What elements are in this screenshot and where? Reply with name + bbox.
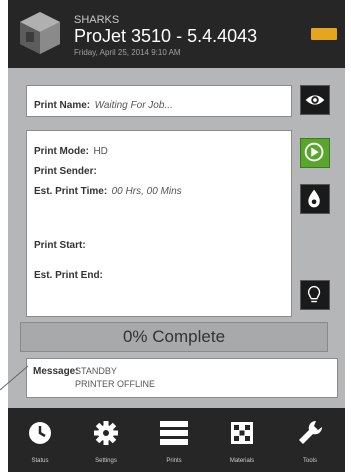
nav-materials-label: Materials bbox=[229, 458, 255, 464]
est-print-time-label: Est. Print Time: bbox=[34, 186, 108, 197]
clock-icon bbox=[29, 422, 51, 444]
est-print-end-label: Est. Print End: bbox=[34, 270, 103, 281]
print-name-value: Waiting For Job... bbox=[94, 100, 173, 111]
printer-logo-icon bbox=[20, 12, 60, 54]
printer-name: SHARKS bbox=[74, 14, 120, 26]
header-bar: SHARKS ProJet 3510 - 5.4.4043 Friday, Ap… bbox=[8, 0, 345, 68]
nav-prints[interactable]: Prints bbox=[142, 408, 206, 472]
nav-tools[interactable]: Tools bbox=[278, 408, 342, 472]
status-light-indicator bbox=[311, 28, 337, 40]
material-button[interactable] bbox=[300, 184, 330, 214]
print-mode-value: HD bbox=[93, 146, 108, 157]
progress-bar: 0% Complete bbox=[20, 322, 328, 352]
printer-screen: SHARKS ProJet 3510 - 5.4.4043 Friday, Ap… bbox=[8, 0, 345, 472]
message-line-1: STANDBY bbox=[75, 366, 117, 376]
nav-settings-label: Settings bbox=[95, 458, 117, 464]
print-name-label: Print Name: bbox=[34, 100, 91, 111]
message-line-2: PRINTER OFFLINE bbox=[75, 379, 156, 389]
lightbulb-icon bbox=[308, 285, 321, 303]
bottom-nav: Status Settings Prints Materials Tools bbox=[8, 408, 345, 472]
date-time: Friday, April 25, 2014 9:10 AM bbox=[74, 48, 181, 57]
list-icon bbox=[160, 421, 188, 445]
nav-tools-label: Tools bbox=[302, 458, 317, 464]
drop-icon bbox=[308, 189, 320, 208]
light-button[interactable] bbox=[300, 280, 330, 310]
printer-model-title: ProJet 3510 - 5.4.4043 bbox=[74, 26, 258, 46]
message-panel: Message: STANDBY PRINTER OFFLINE bbox=[26, 358, 338, 398]
nav-prints-label: Prints bbox=[166, 458, 182, 464]
gear-icon bbox=[94, 421, 118, 445]
print-sender-label: Print Sender: bbox=[34, 166, 97, 177]
progress-text: 0% Complete bbox=[122, 327, 226, 346]
materials-icon bbox=[231, 422, 253, 444]
eye-icon bbox=[305, 95, 325, 105]
print-mode-label: Print Mode: bbox=[34, 146, 89, 157]
nav-settings[interactable]: Settings bbox=[74, 408, 138, 472]
wrench-icon bbox=[299, 420, 323, 444]
nav-status[interactable]: Status bbox=[8, 408, 72, 472]
play-icon bbox=[304, 142, 324, 162]
nav-status-label: Status bbox=[31, 458, 49, 464]
print-name-panel: Print Name: Waiting For Job... bbox=[26, 85, 292, 117]
est-print-time-value: 00 Hrs, 00 Mins bbox=[111, 186, 182, 197]
view-button[interactable] bbox=[300, 85, 330, 115]
print-start-label: Print Start: bbox=[34, 240, 86, 251]
print-details-panel: Print Mode: HD Print Sender: Est. Print … bbox=[26, 130, 292, 317]
nav-materials[interactable]: Materials bbox=[210, 408, 274, 472]
start-print-button[interactable] bbox=[300, 138, 330, 168]
callout-line bbox=[0, 365, 29, 391]
